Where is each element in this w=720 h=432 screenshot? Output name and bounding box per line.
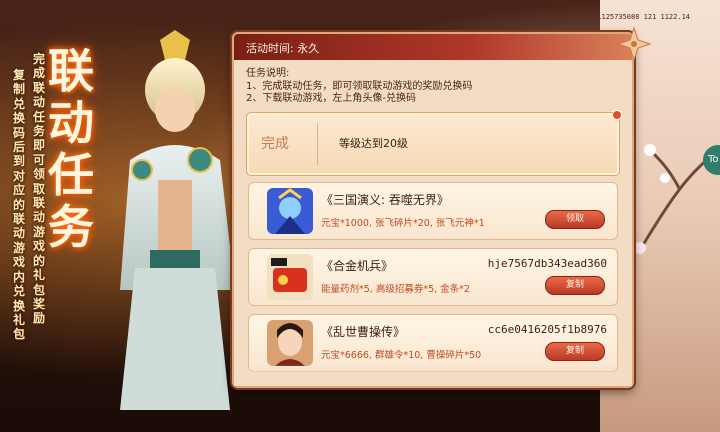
red-mech-icon <box>267 254 313 300</box>
blue-warrior-icon <box>267 188 313 234</box>
flower-ornament-icon <box>616 26 652 62</box>
divider <box>317 123 318 165</box>
copy-button[interactable]: 复制 <box>545 342 605 361</box>
redeem-code: hje7567db343ead360 <box>487 257 607 270</box>
copy-button[interactable]: 复制 <box>545 276 605 295</box>
event-vertical-text: 复制兑换码后到对应的联动游戏内兑换礼包 <box>13 68 26 342</box>
task-requirement-box: 完成 等级达到20级 <box>246 110 622 176</box>
task-status: 完成 <box>261 136 289 152</box>
task-description: 任务说明: 1、完成联动任务，即可领取联动游戏的奖励兑换码 2、下载联动游戏，左… <box>246 68 472 106</box>
status-id: 1125735088 121 1122.14 <box>597 13 690 21</box>
event-title-line: 联动 <box>48 44 96 150</box>
description-line: 1、完成联动任务，即可领取联动游戏的奖励兑换码 <box>246 80 473 92</box>
panel-header: 活动时间: 永久 <box>234 34 632 60</box>
description-line: 任务说明: <box>246 68 290 79</box>
notification-dot <box>612 110 622 120</box>
activity-time: 活动时间: 永久 <box>246 42 320 55</box>
game-card: 《三国演义: 吞噬无界》 元宝*1000, 张飞碎片*20, 张飞元神*1 领取 <box>248 182 618 240</box>
game-reward: 能量药剂*5, 高级招募券*5, 金条*2 <box>321 284 470 295</box>
event-title-line: 任务 <box>48 148 96 254</box>
task-requirement: 等级达到20级 <box>339 137 408 150</box>
claim-button[interactable]: 领取 <box>545 210 605 229</box>
scroll-fade <box>234 364 632 386</box>
game-title: 《合金机兵》 <box>321 259 394 273</box>
lady-portrait-icon <box>267 320 313 366</box>
game-reward: 元宝*1000, 张飞碎片*20, 张飞元神*1 <box>321 218 485 229</box>
game-card: 《合金机兵》 hje7567db343ead360 能量药剂*5, 高级招募券*… <box>248 248 618 306</box>
game-title: 《三国演义: 吞噬无界》 <box>321 193 449 207</box>
game-title: 《乱世曹操传》 <box>321 325 406 339</box>
event-vertical-text: 完成联动任务即可领取联动游戏的礼包奖励 <box>33 52 46 326</box>
task-panel: 活动时间: 永久 任务说明: 1、完成联动任务，即可领取联动游戏的奖励兑换码 2… <box>232 26 652 388</box>
redeem-code: cc6e0416205f1b8976 <box>487 323 607 336</box>
game-reward: 元宝*6666, 群雄令*10, 曹操碎片*50 <box>321 350 482 361</box>
event-title: 联动 任务 <box>48 45 128 253</box>
description-line: 2、下载联动游戏，左上角头像-兑换码 <box>246 93 416 104</box>
